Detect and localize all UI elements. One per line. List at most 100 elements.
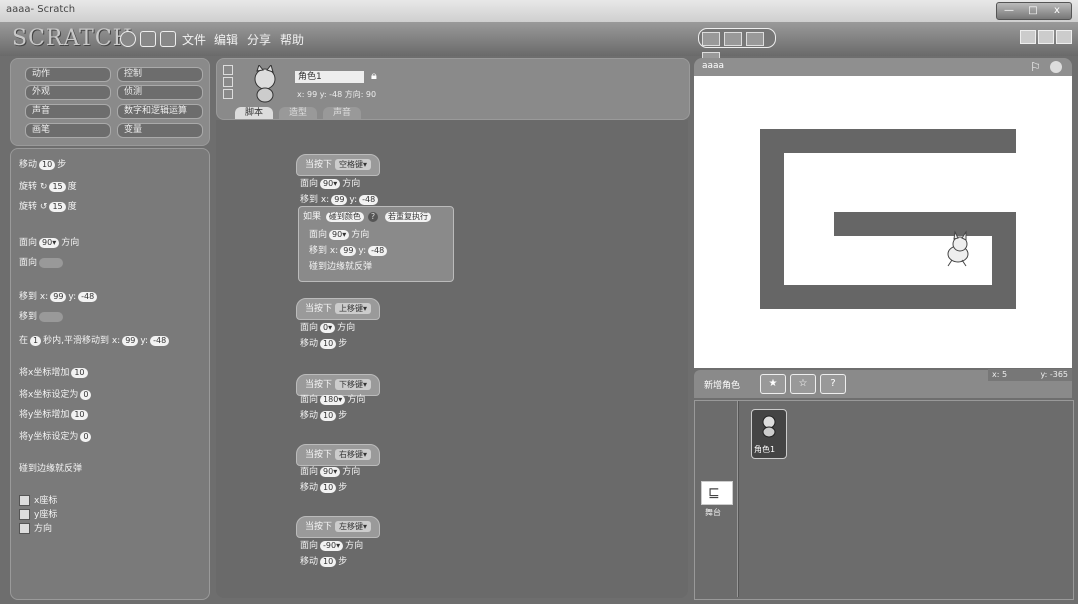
block-categories: 动作 控制 外观 侦测 声音 数字和逻辑运算 画笔 变量: [10, 58, 210, 146]
duplicate-tool-icon[interactable]: [702, 32, 720, 46]
turn-left-block[interactable]: 旋转 ↺ 15 度: [19, 199, 77, 212]
rotation-style-icon[interactable]: [223, 65, 233, 75]
category-pen[interactable]: 画笔: [25, 123, 111, 138]
stop-icon[interactable]: [1050, 61, 1062, 73]
point-direction-block[interactable]: 面向 90▾ 方向: [300, 464, 360, 477]
rotate-left-icon: ↺: [39, 202, 48, 212]
menu-edit[interactable]: 编辑: [214, 31, 238, 48]
window-controls: — □ x: [996, 2, 1072, 20]
maze-drawing: [760, 129, 1016, 309]
divider: [737, 401, 739, 597]
when-key-pressed-hat[interactable]: 当按下 上移键▾: [296, 298, 381, 320]
point-direction-block[interactable]: 面向 90▾ 方向: [300, 176, 360, 189]
x-position-reporter[interactable]: x座标: [19, 493, 57, 506]
change-y-block[interactable]: 将y坐标增加 10: [19, 407, 90, 420]
bounce-block[interactable]: 碰到边缘就反弹: [309, 259, 372, 272]
bounce-block[interactable]: 碰到边缘就反弹: [19, 461, 82, 474]
close-button[interactable]: x: [1045, 3, 1069, 19]
move-steps-block[interactable]: 移动 10 步: [300, 554, 347, 567]
sprite-thumbnail[interactable]: 角色1: [751, 409, 787, 459]
point-direction-block[interactable]: 面向 90▾ 方向: [19, 235, 79, 248]
menu-share[interactable]: 分享: [247, 31, 271, 48]
cat-sprite-icon: [254, 65, 276, 103]
change-x-block[interactable]: 将x坐标增加 10: [19, 365, 90, 378]
view-mode-buttons: [1020, 30, 1074, 47]
stage-thumbnail[interactable]: ⊑: [701, 481, 733, 505]
sprite-position-info: x: 99 y: -48 方向: 90: [297, 90, 377, 99]
turn-right-block[interactable]: 旋转 ↻ 15 度: [19, 179, 77, 192]
checkbox[interactable]: [19, 523, 30, 534]
window-title: aaaa- Scratch: [6, 4, 76, 15]
goto-block[interactable]: 移到: [19, 309, 65, 322]
rotation-style-icon[interactable]: [223, 89, 233, 99]
goto-xy-block[interactable]: 移到 x: 99 y: -48: [19, 289, 99, 302]
move-steps-block[interactable]: 移动 10 步: [300, 408, 347, 421]
paint-sprite-icon[interactable]: ★: [760, 374, 786, 394]
category-motion[interactable]: 动作: [25, 67, 111, 82]
sprite-header: 角色1 🔒︎ x: 99 y: -48 方向: 90 脚本 造型 声音: [216, 58, 690, 120]
menu-help[interactable]: 帮助: [280, 31, 304, 48]
point-direction-block[interactable]: 面向 180▾ 方向: [300, 392, 365, 405]
small-stage-icon[interactable]: [1020, 30, 1036, 44]
share-icon[interactable]: [160, 31, 176, 47]
y-position-reporter[interactable]: y座标: [19, 507, 57, 520]
green-flag-icon[interactable]: ⚐: [1030, 60, 1041, 74]
delete-tool-icon[interactable]: [724, 32, 742, 46]
when-key-pressed-hat[interactable]: 当按下 空格键▾: [296, 154, 381, 176]
set-x-block[interactable]: 将x坐标设定为 0: [19, 387, 93, 400]
point-towards-block[interactable]: 面向: [19, 255, 65, 268]
block-palette: 移动 10 步 旋转 ↻ 15 度 旋转 ↺ 15 度 面向 90▾ 方向 面向 移到 x: 99…: [10, 148, 210, 600]
point-direction-block[interactable]: 面向 0▾ 方向: [300, 320, 355, 333]
move-steps-block[interactable]: 移动 10 步: [19, 157, 66, 170]
checkbox[interactable]: [19, 509, 30, 520]
globe-icon[interactable]: [120, 31, 136, 47]
when-key-pressed-hat[interactable]: 当按下 左移键▾: [296, 516, 381, 538]
menu-file[interactable]: 文件: [182, 31, 206, 48]
save-icon[interactable]: [140, 31, 156, 47]
tab-scripts[interactable]: 脚本: [235, 107, 274, 119]
checkbox[interactable]: [19, 495, 30, 506]
category-variables[interactable]: 变量: [117, 123, 203, 138]
tab-costumes[interactable]: 造型: [279, 107, 318, 119]
rotate-right-icon: ↻: [39, 182, 48, 192]
scripts-area[interactable]: 当按下 空格键▾ 面向 90▾ 方向 移到 x: 99 y: -48 如果 碰到颜色? 若重…: [216, 120, 688, 598]
move-steps-block[interactable]: 移动 10 步: [300, 480, 347, 493]
stage[interactable]: [694, 76, 1072, 368]
direction-reporter[interactable]: 方向: [19, 521, 52, 534]
cat-sprite: [947, 230, 969, 267]
goto-xy-block[interactable]: 移到 x: 99 y: -48: [300, 192, 380, 205]
category-sound[interactable]: 声音: [25, 104, 111, 119]
glide-block[interactable]: 在 1 秒内,平滑移动到 x: 99 y: -48: [19, 333, 171, 346]
lock-icon[interactable]: 🔒︎: [371, 69, 377, 83]
maze-icon: ⊑: [708, 485, 720, 501]
move-steps-block[interactable]: 移动 10 步: [300, 336, 347, 349]
rotation-style-icon[interactable]: [223, 77, 233, 87]
category-looks[interactable]: 外观: [25, 85, 111, 100]
goto-xy-block[interactable]: 移到 x: 99 y: -48: [309, 243, 389, 256]
point-direction-block[interactable]: 面向 90▾ 方向: [309, 227, 369, 240]
category-operators[interactable]: 数字和逻辑运算: [117, 104, 203, 119]
normal-stage-icon[interactable]: [1038, 30, 1054, 44]
when-key-pressed-hat[interactable]: 当按下 右移键▾: [296, 444, 381, 466]
sprite-list: 角色1 ⊑ 舞台: [694, 400, 1074, 600]
stage-label: 舞台: [705, 508, 721, 517]
project-title: aaaa: [702, 61, 725, 71]
stage-tool-buttons: [698, 28, 776, 66]
random-sprite-icon[interactable]: ?: [820, 374, 846, 394]
new-sprite-label: 新增角色: [704, 381, 741, 391]
grow-tool-icon[interactable]: [746, 32, 764, 46]
category-sensing[interactable]: 侦测: [117, 85, 203, 100]
set-y-block[interactable]: 将y坐标设定为 0: [19, 429, 93, 442]
app-toolbar: SCRATCH 文件 编辑 分享 帮助: [0, 22, 1078, 66]
maximize-button[interactable]: □: [1021, 3, 1045, 19]
if-touching-color-block[interactable]: 如果 碰到颜色? 若重复执行 面向 90▾ 方向 移到 x: 99 y: -48 碰到边缘…: [298, 206, 454, 282]
choose-sprite-icon[interactable]: ☆: [790, 374, 816, 394]
point-direction-block[interactable]: 面向 -90▾ 方向: [300, 538, 363, 551]
presentation-mode-icon[interactable]: [1056, 30, 1072, 44]
mouse-coordinates: x: 5 y: -365: [988, 369, 1072, 381]
category-control[interactable]: 控制: [117, 67, 203, 82]
minimize-button[interactable]: —: [997, 3, 1021, 19]
tab-sounds[interactable]: 声音: [323, 107, 362, 119]
sprite-name-field[interactable]: 角色1: [295, 71, 364, 83]
scratch-logo: SCRATCH: [12, 26, 133, 51]
